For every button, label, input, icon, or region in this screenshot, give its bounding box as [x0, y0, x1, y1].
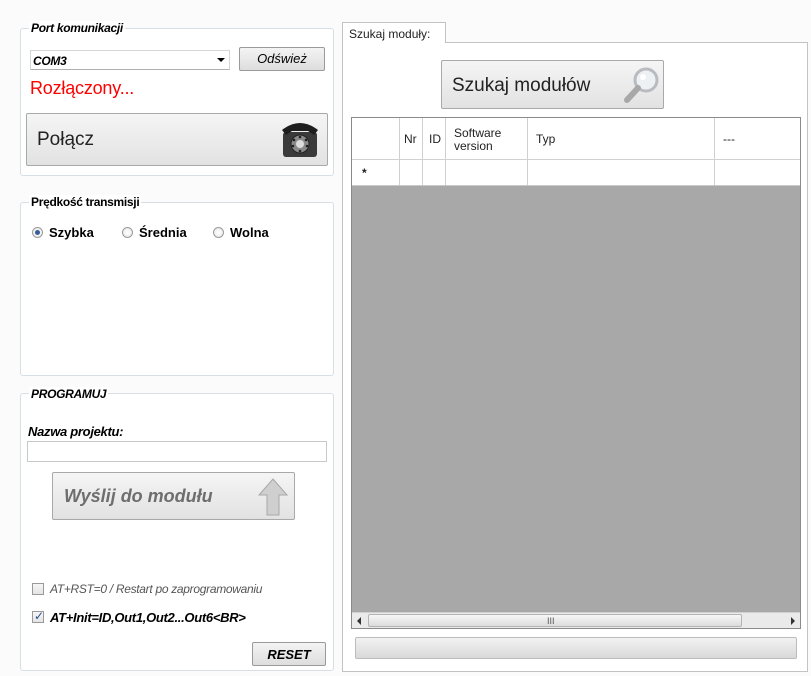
- column-label: Typ: [536, 132, 556, 146]
- speed-option-label: Wolna: [230, 225, 269, 240]
- cell-typ[interactable]: [528, 160, 715, 185]
- speed-option-label: Szybka: [49, 225, 94, 240]
- search-label: Szukaj modułów: [452, 75, 591, 96]
- reset-button[interactable]: RESET: [252, 642, 326, 666]
- restart-checkbox[interactable]: AT+RST=0 / Restart po zaprogramowaniu: [32, 582, 312, 597]
- send-label: Wyślij do modułu: [64, 486, 213, 506]
- project-name-input[interactable]: [27, 441, 327, 462]
- speed-group-title: Prędkość transmisji: [29, 195, 142, 209]
- column-typ[interactable]: Typ: [528, 118, 715, 159]
- tab-search-modules[interactable]: Szukaj moduły:: [342, 22, 446, 43]
- table-row[interactable]: *: [352, 160, 800, 186]
- com-port-select[interactable]: COM3: [30, 50, 230, 70]
- horizontal-scrollbar[interactable]: III: [352, 612, 800, 628]
- search-icon: [622, 65, 662, 108]
- cell-nr[interactable]: [400, 160, 423, 185]
- com-port-value: COM3: [33, 54, 67, 68]
- column-label: ID: [429, 132, 441, 146]
- telephone-icon: [280, 118, 320, 163]
- search-modules-button[interactable]: Szukaj modułów: [441, 60, 664, 109]
- radio-icon: [122, 227, 133, 238]
- speed-option-label: Średnia: [139, 225, 187, 240]
- connect-label: Połącz: [37, 129, 95, 150]
- modules-grid[interactable]: Nr ID Software version Typ --- * III: [351, 117, 801, 629]
- upload-arrow-icon: [257, 477, 289, 520]
- column-id[interactable]: ID: [423, 118, 446, 159]
- connect-button[interactable]: Połącz: [26, 113, 328, 166]
- port-group-title: Port komunikacji: [29, 21, 125, 35]
- column-nr[interactable]: Nr: [400, 118, 423, 159]
- connection-status: Rozłączony...: [30, 78, 135, 98]
- progress-bar: [355, 637, 797, 659]
- restart-label: AT+RST=0 / Restart po zaprogramowaniu: [50, 582, 263, 596]
- refresh-button[interactable]: Odśwież: [239, 47, 325, 71]
- new-row-marker: *: [362, 166, 367, 180]
- column-extra[interactable]: ---: [715, 118, 800, 159]
- checkbox-unchecked-icon: [32, 583, 44, 595]
- scroll-left-icon[interactable]: [357, 617, 361, 625]
- column-software-version[interactable]: Software version: [446, 118, 528, 159]
- init-checkbox[interactable]: AT+Init=ID,Out1,Out2...Out6<BR>: [32, 609, 312, 625]
- column-label: Nr: [404, 132, 417, 146]
- main-window: Port komunikacji COM3 Odśwież Rozłączony…: [0, 0, 811, 676]
- row-header-cell: *: [352, 160, 400, 185]
- init-label: AT+Init=ID,Out1,Out2...Out6<BR>: [50, 610, 246, 625]
- grid-header: Nr ID Software version Typ ---: [352, 118, 800, 160]
- chevron-down-icon: [217, 58, 225, 62]
- column-label: Software version: [454, 126, 502, 153]
- scrollbar-thumb[interactable]: III: [368, 614, 742, 627]
- project-name-label: Nazwa projektu:: [28, 424, 124, 439]
- cell-software-version[interactable]: [446, 160, 528, 185]
- send-to-module-button[interactable]: Wyślij do modułu: [52, 472, 295, 520]
- cell-id[interactable]: [423, 160, 446, 185]
- radio-selected-icon: [32, 227, 43, 238]
- cell-extra[interactable]: [715, 160, 800, 185]
- scrollbar-grip: III: [547, 616, 555, 626]
- radio-icon: [213, 227, 224, 238]
- row-header-column: [352, 118, 400, 159]
- program-group-title: PROGRAMUJ: [29, 387, 109, 401]
- column-label: ---: [723, 132, 735, 146]
- scroll-right-icon[interactable]: [791, 617, 795, 625]
- checkbox-checked-icon: [32, 609, 44, 623]
